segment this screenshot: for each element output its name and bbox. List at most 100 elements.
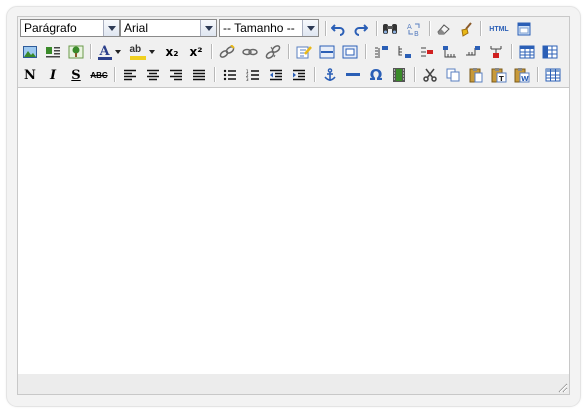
insert-layer-button[interactable] xyxy=(340,43,360,61)
numbered-list-button[interactable]: 123 xyxy=(243,66,263,84)
insert-table-icon xyxy=(545,68,561,82)
subscript-button[interactable]: x₂ xyxy=(162,43,182,61)
undo-icon xyxy=(331,24,345,36)
anchor-button[interactable] xyxy=(320,66,340,84)
bold-icon: N xyxy=(24,67,36,83)
svg-text:W: W xyxy=(521,75,529,83)
cell-properties-button[interactable] xyxy=(540,43,560,61)
outdent-button[interactable] xyxy=(266,66,286,84)
redo-button[interactable] xyxy=(351,20,371,38)
insert-row-after-button[interactable] xyxy=(463,43,483,61)
insert-row-button[interactable] xyxy=(317,43,337,61)
toolbar-separator xyxy=(511,44,513,59)
link-icon xyxy=(219,45,235,58)
insert-link-button[interactable] xyxy=(217,43,237,61)
underline-icon: S xyxy=(71,67,81,83)
superscript-button[interactable]: x² xyxy=(186,43,206,61)
html-source-label: HTML xyxy=(489,25,509,33)
bulleted-list-button[interactable] xyxy=(220,66,240,84)
broom-icon xyxy=(461,22,472,37)
paste-button[interactable] xyxy=(466,66,486,84)
cut-button[interactable] xyxy=(420,66,440,84)
font-select-value: Arial xyxy=(124,21,149,35)
row-after-icon xyxy=(466,46,480,56)
horizontal-line-icon xyxy=(346,73,360,76)
paste-word-icon: W xyxy=(514,68,530,83)
chevron-down-icon xyxy=(103,20,119,36)
svg-text:3: 3 xyxy=(246,77,249,81)
subscript-icon: x₂ xyxy=(165,45,179,59)
dropdown-arrow-icon xyxy=(114,50,121,54)
replace-icon: AB xyxy=(407,23,420,37)
font-color-icon: A xyxy=(97,44,112,60)
font-select[interactable]: Arial xyxy=(120,19,217,37)
table-properties-button[interactable] xyxy=(517,43,537,61)
toolbar-separator xyxy=(537,67,539,82)
insert-media-button[interactable] xyxy=(389,66,409,84)
html-source-button[interactable]: HTML xyxy=(487,20,511,38)
delete-row-button[interactable] xyxy=(486,43,506,61)
insert-column-after-button[interactable] xyxy=(394,43,414,61)
clean-format-button[interactable] xyxy=(433,20,453,38)
size-select-value: -- Tamanho -- xyxy=(223,21,295,35)
image-icon xyxy=(23,46,37,58)
bold-button[interactable]: N xyxy=(20,66,40,84)
special-char-button[interactable]: Ω xyxy=(366,66,386,84)
toolbar-separator xyxy=(314,67,316,82)
format-select[interactable]: Parágrafo xyxy=(20,19,120,37)
editor-toolbar: Parágrafo Arial -- Tamanho -- A B HTML A… xyxy=(18,17,569,86)
eraser-icon xyxy=(437,24,450,35)
insert-row-before-button[interactable] xyxy=(440,43,460,61)
toolbar-separator xyxy=(376,21,378,36)
remove-format-button[interactable] xyxy=(456,20,476,38)
undo-button[interactable] xyxy=(328,20,348,38)
align-justify-icon xyxy=(193,69,205,81)
align-right-button[interactable] xyxy=(166,66,186,84)
underline-button[interactable]: S xyxy=(66,66,86,84)
unlink-icon xyxy=(265,45,281,59)
toolbar-separator xyxy=(114,67,116,82)
toolbar-separator xyxy=(480,21,482,36)
omega-icon: Ω xyxy=(369,65,383,84)
fullscreen-button[interactable] xyxy=(514,20,534,38)
rich-text-editor: Parágrafo Arial -- Tamanho -- A B HTML A… xyxy=(17,16,570,395)
highlight-color-button[interactable]: ab xyxy=(128,43,156,61)
image-tree-icon xyxy=(68,45,84,59)
justify-button[interactable] xyxy=(189,66,209,84)
outdent-icon xyxy=(270,69,282,81)
align-center-button[interactable] xyxy=(143,66,163,84)
horizontal-rule-icon xyxy=(319,45,335,59)
window-icon xyxy=(517,22,531,36)
toolbar-separator xyxy=(211,44,213,59)
toolbar-row-3: N I S ABC 1 2 3 Ω T W xyxy=(18,63,569,86)
paste-text-button[interactable]: T xyxy=(489,66,509,84)
copy-icon xyxy=(446,68,460,82)
image-align-left-button[interactable] xyxy=(43,43,63,61)
edit-element-button[interactable] xyxy=(294,43,314,61)
insert-image-button[interactable] xyxy=(20,43,40,61)
replace-button[interactable]: AB xyxy=(404,20,424,38)
size-select[interactable]: -- Tamanho -- xyxy=(219,19,319,37)
delete-column-button[interactable] xyxy=(417,43,437,61)
strikethrough-button[interactable]: ABC xyxy=(89,66,109,84)
find-button[interactable] xyxy=(380,20,400,38)
copy-button[interactable] xyxy=(443,66,463,84)
font-color-button[interactable]: A xyxy=(96,43,122,61)
redo-icon xyxy=(354,24,368,36)
indent-button[interactable] xyxy=(289,66,309,84)
image-properties-button[interactable] xyxy=(66,43,86,61)
toolbar-separator xyxy=(325,21,327,36)
indent-icon xyxy=(293,69,305,81)
italic-button[interactable]: I xyxy=(43,66,63,84)
delete-column-icon xyxy=(421,47,433,57)
insert-column-before-button[interactable] xyxy=(371,43,391,61)
paste-word-button[interactable]: W xyxy=(512,66,532,84)
unlink-button[interactable] xyxy=(263,43,283,61)
edit-link-button[interactable] xyxy=(240,43,260,61)
svg-text:T: T xyxy=(499,75,504,83)
resize-handle-icon[interactable] xyxy=(556,381,568,393)
align-left-button[interactable] xyxy=(120,66,140,84)
editor-content-area[interactable] xyxy=(18,87,569,375)
horizontal-line-button[interactable] xyxy=(343,66,363,84)
insert-table-button[interactable] xyxy=(543,66,563,84)
